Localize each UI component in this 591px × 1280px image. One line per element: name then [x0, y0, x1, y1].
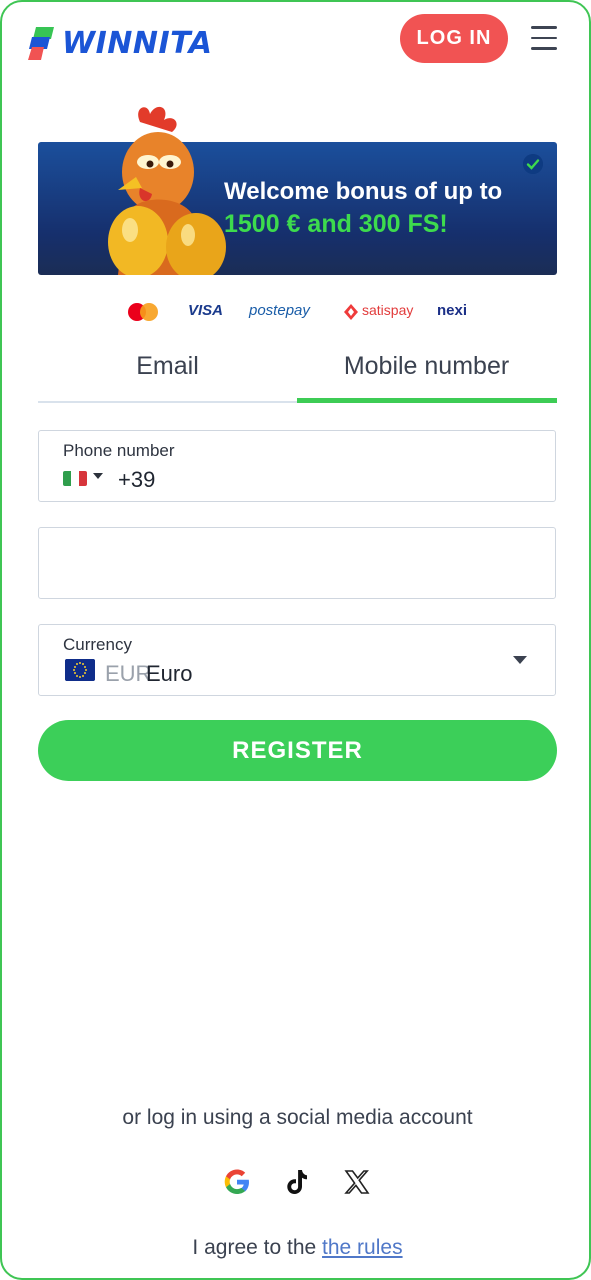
password-field[interactable]	[38, 527, 556, 599]
currency-code: EUR	[105, 661, 152, 686]
welcome-banner[interactable]: Welcome bonus of up to 1500 € and 300 FS…	[38, 106, 557, 275]
app-frame: WINNITA LOG IN Welcome bonus of up to 15…	[0, 0, 591, 1280]
login-button[interactable]: LOG IN	[400, 14, 508, 63]
mastercard-icon	[128, 303, 158, 321]
logo-mark-icon	[28, 26, 54, 60]
x-login-button[interactable]	[337, 1162, 377, 1202]
postepay-logo: postepay	[249, 302, 310, 319]
tab-active-indicator	[297, 398, 557, 403]
terms-prefix: I agree to the	[192, 1236, 317, 1259]
phone-number-label: Phone number	[63, 441, 175, 460]
currency-label: Currency	[63, 635, 132, 654]
tab-email[interactable]: Email	[38, 352, 297, 392]
google-login-button[interactable]	[217, 1162, 257, 1202]
satispay-icon	[344, 304, 358, 320]
auth-tabs: Email Mobile number	[38, 344, 557, 404]
tiktok-login-button[interactable]	[277, 1162, 317, 1202]
banner-bonus: 1500 € and 300 FS!	[224, 210, 448, 238]
tiktok-icon	[287, 1170, 307, 1194]
header: WINNITA LOG IN	[2, 2, 589, 80]
payment-methods: VISA postepay satispay nexi	[2, 298, 589, 328]
x-icon	[344, 1170, 370, 1194]
nexi-logo: nexi	[437, 302, 468, 319]
currency-dropdown-icon[interactable]	[513, 656, 527, 664]
rooster-mascot-icon	[108, 106, 226, 275]
hamburger-menu-icon[interactable]	[531, 26, 557, 50]
visa-logo: VISA	[188, 302, 224, 319]
satispay-logo: satispay	[362, 302, 414, 318]
tab-mobile-number[interactable]: Mobile number	[297, 352, 556, 392]
italy-flag-icon[interactable]	[63, 471, 87, 486]
rules-link[interactable]: the rules	[322, 1236, 403, 1259]
logo[interactable]: WINNITA	[28, 26, 212, 61]
banner-headline: Welcome bonus of up to	[224, 178, 503, 205]
phone-country-code: +39	[118, 467, 156, 492]
social-login-buttons	[2, 1162, 589, 1202]
register-button[interactable]: REGISTER	[38, 720, 557, 781]
social-login-text: or log in using a social media account	[122, 1106, 473, 1129]
terms-agreement: I agree to the the rules	[2, 1236, 589, 1260]
google-icon	[224, 1169, 249, 1194]
currency-name: Euro	[146, 661, 193, 686]
brand-name: WINNITA	[62, 26, 213, 61]
country-dropdown-icon[interactable]	[93, 473, 103, 479]
currency-select[interactable]: Currency EUR Euro	[38, 624, 556, 696]
eu-flag-icon	[65, 659, 95, 681]
check-badge-icon	[523, 154, 543, 174]
phone-number-field[interactable]: Phone number +39	[38, 430, 556, 502]
